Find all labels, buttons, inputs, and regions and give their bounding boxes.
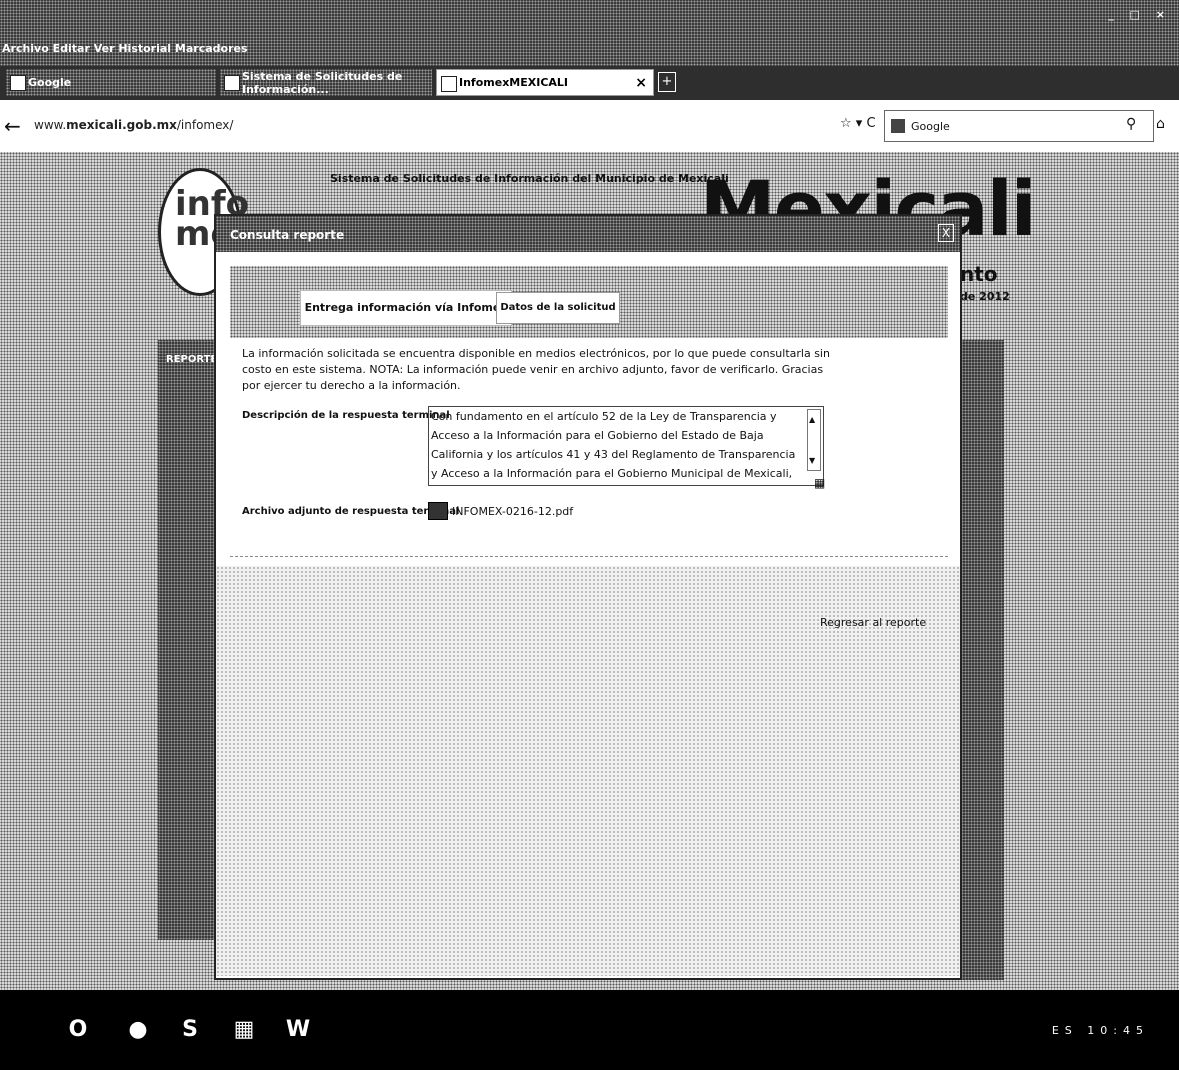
system-tray[interactable]: ES 10:45	[1052, 1024, 1149, 1037]
modal-body: Entrega información vía Infomex Datos de…	[230, 266, 948, 557]
modal-title: Consulta reporte	[230, 228, 345, 242]
modal-header: Consulta reporte X	[216, 216, 960, 252]
site-title: Sistema de Solicitudes de Información de…	[330, 172, 729, 185]
description-textarea[interactable]: Con fundamento en el artículo 52 de la L…	[428, 406, 824, 486]
tab-close-icon[interactable]: ×	[635, 75, 647, 91]
attachment-link[interactable]: INFOMEX-0216-12.pdf	[428, 502, 573, 520]
home-icon[interactable]: ⌂	[1156, 116, 1165, 132]
tab-google[interactable]: Google	[6, 69, 216, 96]
url-field[interactable]: www.mexicali.gob.mx/infomex/	[34, 118, 233, 132]
search-icon[interactable]: ⚲	[1126, 116, 1136, 132]
tab-label: Google	[28, 76, 72, 89]
tab-datos-solicitud[interactable]: Datos de la solicitud	[496, 292, 620, 324]
outlook-taskbar-icon[interactable]: O	[60, 1012, 96, 1048]
resize-handle-icon[interactable]: ▦	[814, 476, 825, 490]
tab-sistema[interactable]: Sistema de Solicitudes de Información...	[220, 69, 432, 96]
left-navigation: REPORTE	[158, 340, 218, 940]
description-scrollbar[interactable]: ▲ ▼	[807, 409, 821, 471]
brand-date: de 2012	[960, 290, 1010, 303]
skype-taskbar-icon[interactable]: S	[172, 1012, 208, 1048]
tab-entrega-informacion[interactable]: Entrega información vía Infomex	[300, 290, 512, 326]
window-controls[interactable]: _ □ ×	[1108, 8, 1171, 21]
taskbar: O ● S ▦ W ES 10:45	[0, 990, 1179, 1070]
report-modal: Consulta reporte X Entrega información v…	[214, 214, 962, 980]
refresh-icon[interactable]: ☆ ▾ C	[840, 116, 876, 131]
google-favicon-icon	[10, 75, 26, 91]
menu-bar[interactable]: Archivo Editar Ver Historial Marcadores	[2, 42, 248, 55]
tab-label: InfomexMEXICALI	[459, 76, 569, 89]
scroll-down-icon[interactable]: ▼	[809, 451, 815, 470]
back-to-report-link[interactable]: Regresar al reporte	[820, 616, 926, 629]
scroll-up-icon[interactable]: ▲	[809, 410, 815, 429]
tab-infomex-active[interactable]: InfomexMEXICALI ×	[436, 69, 654, 96]
brand-subtitle: nto	[960, 262, 998, 286]
new-tab-button[interactable]: +	[658, 72, 676, 92]
word-taskbar-icon[interactable]: W	[280, 1012, 316, 1048]
right-column	[958, 340, 1004, 980]
back-arrow-icon[interactable]: ←	[4, 114, 21, 138]
tab-bar: Google Sistema de Solicitudes de Informa…	[0, 66, 1179, 100]
page-favicon-icon	[441, 76, 457, 92]
chrome-taskbar-icon[interactable]: ●	[120, 1012, 156, 1048]
tab-label: Sistema de Solicitudes de Información...	[242, 69, 403, 96]
left-nav-header: REPORTE	[166, 354, 218, 365]
navigation-bar: ← www.mexicali.gob.mx/infomex/ ☆ ▾ C Goo…	[0, 100, 1179, 153]
modal-tabstrip: Entrega información vía Infomex Datos de…	[230, 266, 948, 338]
availability-notice: La información solicitada se encuentra d…	[242, 347, 830, 392]
description-label: Descripción de la respuesta terminal	[242, 410, 450, 421]
pdf-file-icon	[428, 502, 448, 520]
search-input[interactable]: Google	[884, 110, 1154, 142]
attachment-label: Archivo adjunto de respuesta terminal	[242, 506, 460, 517]
calculator-taskbar-icon[interactable]: ▦	[226, 1012, 262, 1048]
search-engine-icon[interactable]	[891, 119, 905, 133]
page-favicon-icon	[224, 75, 240, 91]
modal-close-button[interactable]: X	[938, 224, 954, 242]
window-titlebar: Archivo Editar Ver Historial Marcadores …	[0, 0, 1179, 66]
